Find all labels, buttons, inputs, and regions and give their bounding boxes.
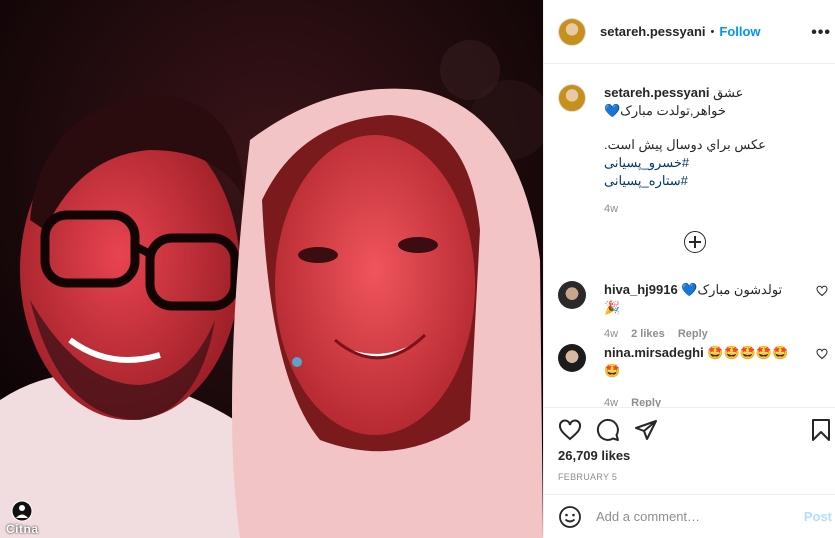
caption: setareh.pessyani عشق خواهر,تولدت مبارک💙 … [558,84,828,218]
comment-time[interactable]: 4w [604,397,618,407]
watermark-text: Citna [6,522,39,536]
caption-hashtag-2[interactable]: #ستاره_پسيانی [604,172,814,190]
caption-username[interactable]: setareh.pessyani [604,85,710,100]
load-more-comments-icon[interactable] [684,231,706,253]
post-date[interactable]: FEBRUARY 5 [558,472,617,482]
post-window: Citna setareh.pessyani • Follow ••• seta… [0,0,835,538]
post-sidebar: setareh.pessyani • Follow ••• setareh.pe… [543,0,835,538]
post-actions: 26,709 likes FEBRUARY 5 [544,407,835,493]
heart-icon[interactable] [558,418,582,442]
caption-hashtag-1[interactable]: #خسرو_پسيانی [604,154,814,172]
likes-count[interactable]: 26,709 likes [558,448,630,463]
commenter-avatar[interactable] [558,344,586,372]
like-comment-heart-icon[interactable] [816,348,828,360]
author-avatar[interactable] [558,17,586,46]
caption-timestamp[interactable]: 4w [604,200,814,218]
reply-button[interactable]: Reply [631,397,661,407]
post-photo[interactable]: Citna [0,0,543,538]
follow-button[interactable]: Follow [719,24,760,39]
caption-text-line2: عکس براي دوسال پيش است. [604,137,766,152]
watermark-icon [11,500,33,522]
commenter-avatar[interactable] [558,281,586,309]
smile-icon[interactable] [558,505,582,529]
commenter-username[interactable]: hiva_hj9916 [604,282,678,297]
add-comment-input[interactable]: Add a comment… [596,509,804,524]
comment-icon[interactable] [596,418,620,442]
reply-button[interactable]: Reply [678,328,708,340]
separator-dot: • [710,25,715,38]
post-comment-button[interactable]: Post [804,509,832,524]
author-username[interactable]: setareh.pessyani [600,24,706,39]
like-comment-heart-icon[interactable] [816,285,828,297]
comment-item: hiva_hj9916 تولدشون مبارک💙🎉 4w 2 likes R… [558,281,828,343]
add-comment-bar: Add a comment… Post [544,494,835,538]
comments-section[interactable]: setareh.pessyani عشق خواهر,تولدت مبارک💙 … [544,64,835,407]
commenter-username[interactable]: nina.mirsadeghi [604,345,704,360]
caption-avatar[interactable] [558,84,586,112]
selfie-image [0,0,543,538]
more-options-icon[interactable]: ••• [811,24,831,42]
post-header: setareh.pessyani • Follow ••• [544,0,835,64]
comment-time[interactable]: 4w [604,328,618,340]
comment-item: nina.mirsadeghi 🤩🤩🤩🤩🤩🤩 4w Reply [558,344,828,407]
bookmark-icon[interactable] [810,418,832,442]
share-icon[interactable] [634,418,658,442]
watermark-logo: Citna [6,500,39,536]
comment-likes[interactable]: 2 likes [631,328,665,340]
